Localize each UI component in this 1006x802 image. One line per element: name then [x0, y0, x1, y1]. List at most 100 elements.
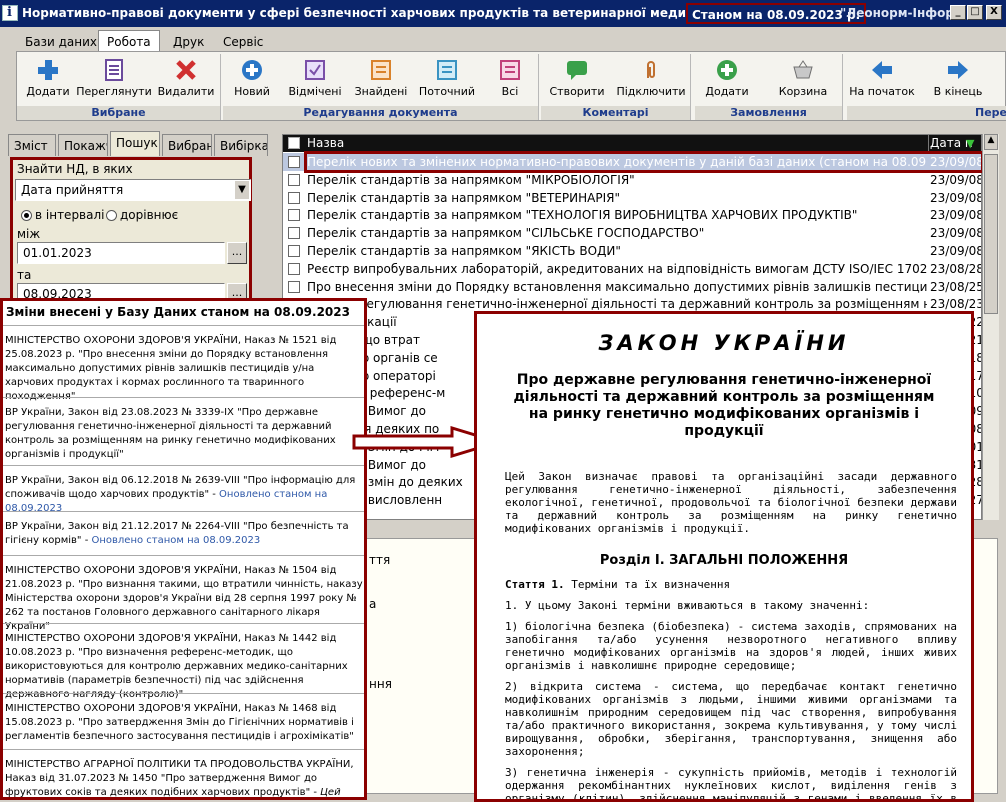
- doc-found-button[interactable]: Знайдені: [351, 58, 411, 98]
- window-title: Нормативно-правові документи у сфері без…: [22, 6, 688, 20]
- row-checkbox[interactable]: [288, 227, 300, 240]
- law-p2: 1) біологічна безпека (біобезпека) - сис…: [505, 620, 957, 672]
- doc-current-button[interactable]: Поточний: [415, 58, 479, 98]
- sort-down-icon[interactable]: ▼: [966, 137, 974, 150]
- favorites-view-button[interactable]: Переглянути: [75, 58, 153, 98]
- order-add-button[interactable]: Додати: [699, 58, 755, 98]
- preview-line-3: ння: [369, 677, 392, 691]
- col-divider: [928, 135, 929, 152]
- change-entry[interactable]: МІНІСТЕРСТВО АГРАРНОЇ ПОЛІТИКИ ТА ПРОДОВ…: [3, 749, 364, 797]
- row-checkbox[interactable]: [288, 209, 300, 222]
- row-checkbox[interactable]: [288, 156, 300, 168]
- doc-new-button[interactable]: Новий: [227, 58, 277, 98]
- go-start-button[interactable]: На початок: [847, 58, 917, 98]
- law-document: ЗАКОН УКРАЇНИ Про державне регулювання г…: [474, 311, 974, 802]
- change-entry[interactable]: ВР України, Закон від 23.08.2023 № 3339-…: [3, 397, 364, 462]
- tab-databases[interactable]: Бази даних: [16, 30, 106, 52]
- change-entry[interactable]: МІНІСТЕРСТВО ОХОРОНИ ЗДОРОВ'Я УКРАЇНИ, Н…: [3, 325, 364, 404]
- table-row[interactable]: Реєстр випробувальних лабораторій, акред…: [283, 260, 982, 278]
- change-entry[interactable]: ВР України, Закон від 06.12.2018 № 2639-…: [3, 465, 364, 516]
- row-date: 23/09/08: [930, 208, 982, 223]
- radio-interval[interactable]: [21, 210, 32, 221]
- law-preamble: Цей Закон визначає правові та організаці…: [505, 470, 957, 535]
- change-entry[interactable]: МІНІСТЕРСТВО ОХОРОНИ ЗДОРОВ'Я УКРАЇНИ, Н…: [3, 623, 364, 702]
- row-name: Перелік стандартів за напрямком "МІКРОБІ…: [307, 172, 635, 187]
- group-label-doc-edit: Редагування документа: [223, 106, 538, 120]
- radio-equal[interactable]: [106, 210, 117, 221]
- basket-button[interactable]: Корзина: [771, 58, 835, 98]
- doc-all-button[interactable]: Всі: [485, 58, 535, 98]
- search-panel: Знайти НД, в яких Дата прийняття ▼ в інт…: [10, 157, 252, 305]
- comment-attach-button[interactable]: Підключити: [615, 58, 687, 98]
- and-label: та: [17, 268, 32, 282]
- tab-favorites[interactable]: Вибране: [162, 134, 212, 156]
- change-entry[interactable]: ВР України, Закон від 21.12.2017 № 2264-…: [3, 511, 364, 548]
- close-button[interactable]: X: [986, 5, 1002, 20]
- tab-contents[interactable]: Зміст: [8, 134, 56, 156]
- table-row[interactable]: Перелік стандартів за напрямком "СІЛЬСЬК…: [283, 224, 981, 242]
- row-date: 23/08/23: [930, 297, 982, 312]
- group-comments: Створити Підключити Коментарі: [541, 54, 691, 120]
- table-row[interactable]: Перелік стандартів за напрямком "МІКРОБІ…: [283, 171, 981, 189]
- row-date: 23/08/28: [930, 261, 982, 276]
- list-icon: [102, 58, 126, 82]
- app-icon: [2, 5, 18, 21]
- changes-title: Зміни внесені у Базу Даних станом на 08.…: [6, 305, 350, 319]
- tab-selection[interactable]: Вибірка: [214, 134, 268, 156]
- table-row[interactable]: Про внесення зміни до Порядку встановлен…: [283, 278, 981, 296]
- minimize-button[interactable]: _: [950, 5, 966, 20]
- tab-print[interactable]: Друк: [164, 30, 213, 52]
- maximize-button[interactable]: □: [967, 5, 983, 20]
- table-header: Назва Дата п ▼: [283, 135, 981, 152]
- row-checkbox[interactable]: [288, 280, 300, 293]
- preview-line-1: ття: [369, 553, 391, 567]
- date-from-picker-button[interactable]: ...: [227, 242, 247, 264]
- between-label: між: [17, 227, 41, 241]
- tab-index[interactable]: Покажч: [58, 134, 108, 156]
- row-name: Реєстр випробувальних лабораторій, акред…: [307, 261, 927, 276]
- delete-icon: [174, 58, 198, 82]
- plus-icon: [36, 58, 60, 82]
- row-checkbox[interactable]: [288, 262, 300, 275]
- search-field-select[interactable]: Дата прийняття: [15, 179, 251, 201]
- change-entry[interactable]: МІНІСТЕРСТВО ОХОРОНИ ЗДОРОВ'Я УКРАЇНИ, Н…: [3, 693, 364, 744]
- tab-search[interactable]: Пошук: [110, 131, 160, 156]
- scroll-up-icon[interactable]: ▲: [984, 134, 998, 150]
- go-end-button[interactable]: В кінець: [927, 58, 989, 98]
- row-name: Про внесення зміни до Порядку встановлен…: [307, 279, 927, 294]
- add-order-icon: [715, 58, 739, 82]
- updated-link[interactable]: Оновлено станом на 08.09.2023: [91, 535, 260, 546]
- comment-create-button[interactable]: Створити: [543, 58, 611, 98]
- doc-marked-button[interactable]: Відмічені: [283, 58, 347, 98]
- change-text: МІНІСТЕРСТВО ОХОРОНИ ЗДОРОВ'Я УКРАЇНИ, Н…: [5, 335, 337, 402]
- row-name: Перелік стандартів за напрямком "ТЕХНОЛО…: [307, 208, 858, 223]
- row-checkbox[interactable]: [288, 245, 300, 257]
- favorites-delete-button[interactable]: Видалити: [155, 58, 217, 98]
- change-text: ВР України, Закон від 23.08.2023 № 3339-…: [5, 407, 336, 460]
- table-row[interactable]: Перелік стандартів за напрямком "ТЕХНОЛО…: [283, 206, 982, 224]
- table-row[interactable]: Перелік стандартів за напрямком "ВЕТЕРИН…: [283, 189, 982, 207]
- change-text: МІНІСТЕРСТВО ОХОРОНИ ЗДОРОВ'Я УКРАЇНИ, Н…: [5, 633, 348, 700]
- law-heading: ЗАКОН УКРАЇНИ: [598, 331, 850, 355]
- group-label-orders: Замовлення: [695, 106, 842, 120]
- change-text: МІНІСТЕРСТВО ОХОРОНИ ЗДОРОВ'Я УКРАЇНИ, Н…: [5, 703, 354, 742]
- row-checkbox[interactable]: [288, 173, 300, 186]
- arrow-right-icon: [946, 58, 970, 82]
- law-p3: 2) відкрита система - система, що передб…: [505, 680, 957, 758]
- row-name: ржавне регулювання генетично-інженерної …: [307, 297, 927, 312]
- date-from-input[interactable]: 01.01.2023: [17, 242, 225, 264]
- tab-service[interactable]: Сервіс: [214, 30, 272, 52]
- scroll-thumb[interactable]: [984, 154, 998, 314]
- row-date: 23/09/08: [930, 190, 982, 205]
- group-favorites: Додати Переглянути Видалити Вибране: [17, 54, 221, 120]
- chevron-down-icon[interactable]: ▼: [235, 181, 249, 199]
- col-name-header[interactable]: Назва: [307, 136, 344, 150]
- ribbon-toolbar: Додати Переглянути Видалити Вибране Нови…: [16, 51, 1006, 121]
- select-all-checkbox[interactable]: [288, 137, 300, 149]
- table-row[interactable]: Перелік стандартів за напрямком "ЯКІСТЬ …: [283, 242, 981, 260]
- grid-scrollbar[interactable]: ▲: [982, 134, 999, 520]
- favorites-add-button[interactable]: Додати: [23, 58, 73, 98]
- tab-work[interactable]: Робота: [98, 30, 160, 52]
- group-label-favorites: Вибране: [17, 106, 220, 120]
- row-checkbox[interactable]: [288, 191, 300, 204]
